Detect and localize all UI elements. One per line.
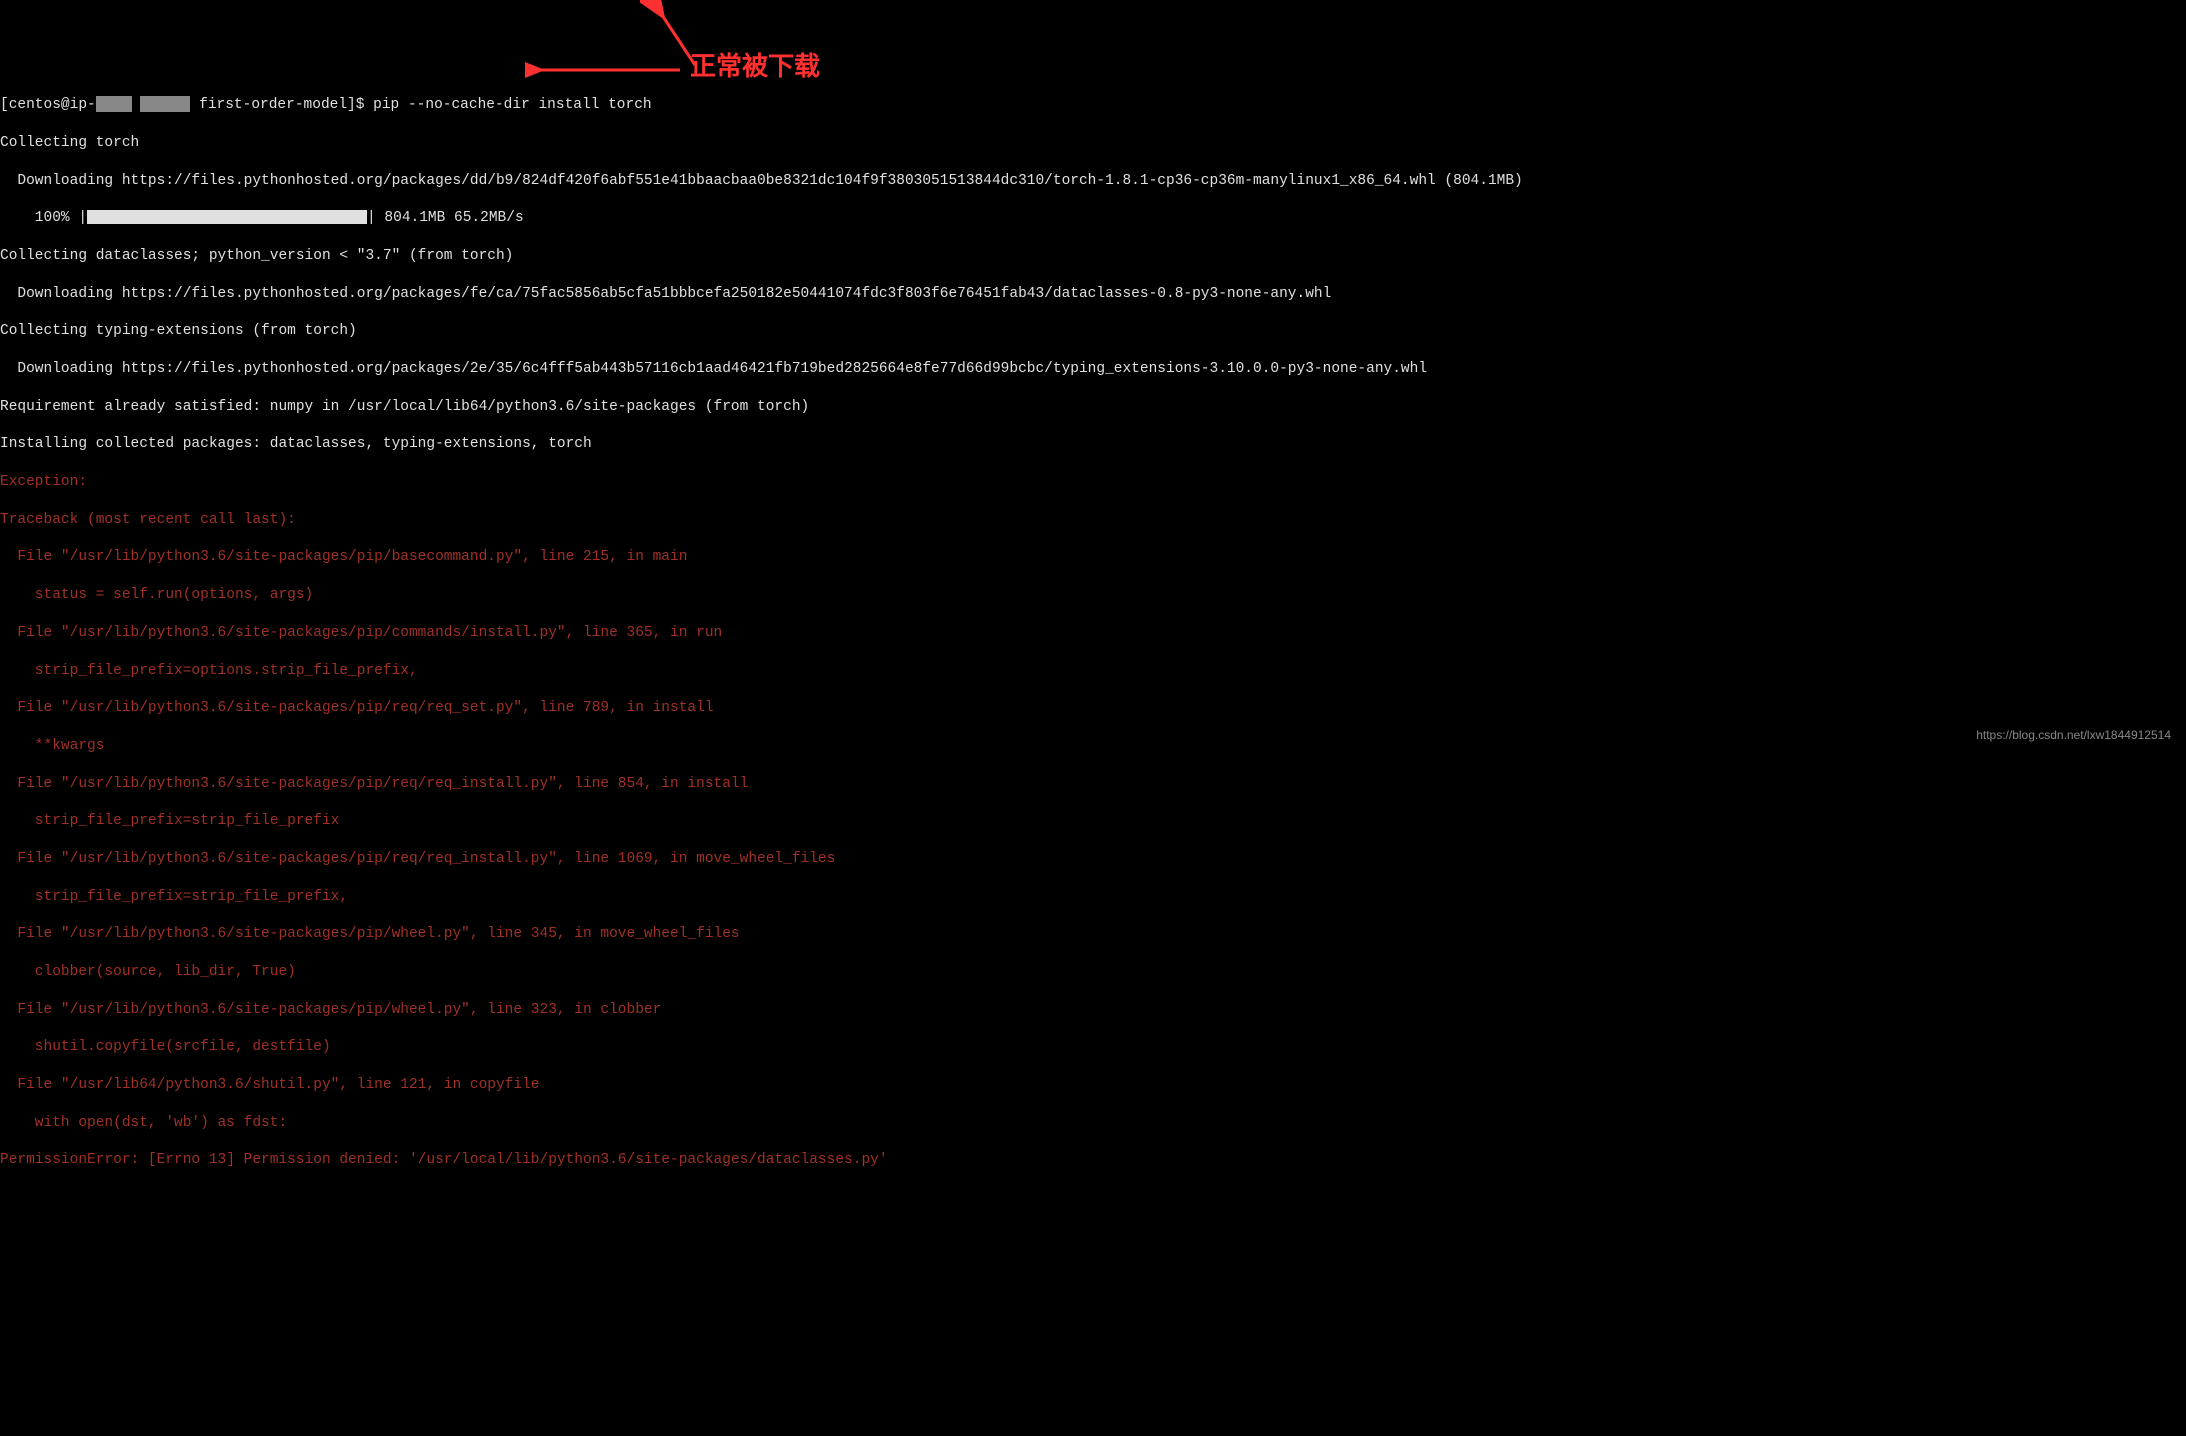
prompt-line: [centos@ip- first-order-model]$ pip --no… xyxy=(0,96,2186,115)
error-line: File "/usr/lib/python3.6/site-packages/p… xyxy=(0,850,2186,869)
progress-percent: 100% | xyxy=(0,210,87,226)
terminal-output: [centos@ip- first-order-model]$ pip --no… xyxy=(0,75,2186,1191)
error-line: strip_file_prefix=options.strip_file_pre… xyxy=(0,662,2186,681)
error-line: shutil.copyfile(srcfile, destfile) xyxy=(0,1038,2186,1057)
annotation-text: 正常被下载 xyxy=(690,50,820,84)
error-line: strip_file_prefix=strip_file_prefix xyxy=(0,812,2186,831)
prompt-suffix: first-order-model]$ xyxy=(190,97,373,113)
output-line: Collecting torch xyxy=(0,134,2186,153)
error-line: status = self.run(options, args) xyxy=(0,586,2186,605)
error-line: clobber(source, lib_dir, True) xyxy=(0,963,2186,982)
error-line: **kwargs xyxy=(0,737,2186,756)
output-line: Downloading https://files.pythonhosted.o… xyxy=(0,172,2186,191)
output-line: Downloading https://files.pythonhosted.o… xyxy=(0,285,2186,304)
output-line: Requirement already satisfied: numpy in … xyxy=(0,398,2186,417)
error-line: with open(dst, 'wb') as fdst: xyxy=(0,1114,2186,1133)
output-line: Collecting dataclasses; python_version <… xyxy=(0,247,2186,266)
progress-line: 100% | | 804.1MB 65.2MB/s xyxy=(0,209,2186,228)
error-line: strip_file_prefix=strip_file_prefix, xyxy=(0,888,2186,907)
error-line: File "/usr/lib/python3.6/site-packages/p… xyxy=(0,699,2186,718)
error-line: File "/usr/lib/python3.6/site-packages/p… xyxy=(0,775,2186,794)
error-line: Traceback (most recent call last): xyxy=(0,511,2186,530)
error-line: File "/usr/lib64/python3.6/shutil.py", l… xyxy=(0,1076,2186,1095)
error-line: Exception: xyxy=(0,473,2186,492)
output-line: Downloading https://files.pythonhosted.o… xyxy=(0,360,2186,379)
output-line: Collecting typing-extensions (from torch… xyxy=(0,322,2186,341)
progress-stats: | 804.1MB 65.2MB/s xyxy=(367,210,524,226)
redacted-ip-2 xyxy=(140,96,190,112)
watermark-text: https://blog.csdn.net/lxw1844912514 xyxy=(1976,728,2171,744)
error-line: PermissionError: [Errno 13] Permission d… xyxy=(0,1151,2186,1170)
redacted-ip-1 xyxy=(96,96,132,112)
prompt-prefix: [centos@ip- xyxy=(0,97,96,113)
error-line: File "/usr/lib/python3.6/site-packages/p… xyxy=(0,624,2186,643)
output-line: Installing collected packages: dataclass… xyxy=(0,435,2186,454)
error-line: File "/usr/lib/python3.6/site-packages/p… xyxy=(0,548,2186,567)
command-text: pip --no-cache-dir install torch xyxy=(373,97,651,113)
progress-bar xyxy=(87,210,367,224)
error-line: File "/usr/lib/python3.6/site-packages/p… xyxy=(0,925,2186,944)
error-line: File "/usr/lib/python3.6/site-packages/p… xyxy=(0,1001,2186,1020)
